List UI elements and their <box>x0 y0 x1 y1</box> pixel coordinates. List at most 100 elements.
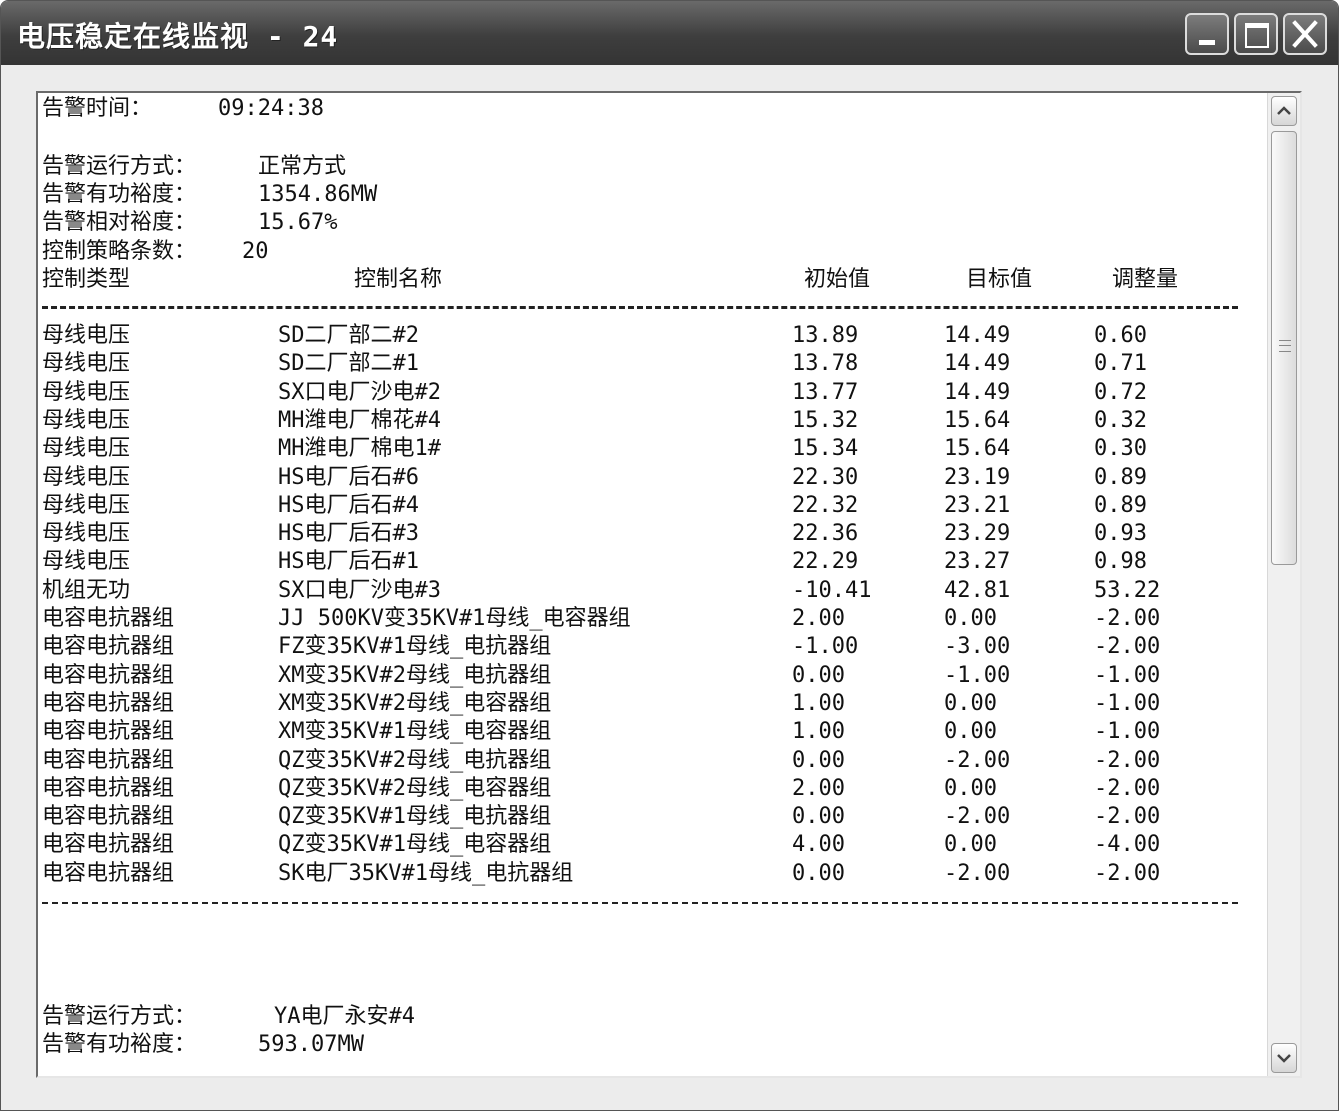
col-header-type: 控制类型 <box>42 267 131 292</box>
cell-adjust: -1.00 <box>1094 719 1161 745</box>
table-row: 母线电压 SD二厂部二#2 13.89 14.49 0.60 <box>42 322 1238 350</box>
table-row: 电容电抗器组 FZ变35KV#1母线_电抗器组 -1.00 -3.00 -2.00 <box>42 633 1238 661</box>
minimize-button[interactable] <box>1185 13 1229 55</box>
scroll-thumb[interactable] <box>1271 131 1297 565</box>
cell-type: 电容电抗器组 <box>42 832 175 858</box>
alarm-active-margin-label: 告警有功裕度： <box>42 182 197 207</box>
scroll-up-button[interactable] <box>1271 96 1297 126</box>
arrow-up-icon <box>1277 106 1291 115</box>
cell-target: -2.00 <box>944 860 1011 886</box>
cell-target: 0.00 <box>944 832 997 858</box>
cell-target: -2.00 <box>944 747 1011 773</box>
cell-name: XM变35KV#2母线_电容器组 <box>278 690 552 716</box>
cell-adjust: 0.89 <box>1094 464 1147 490</box>
table-row: 母线电压 SD二厂部二#1 13.78 14.49 0.71 <box>42 350 1238 378</box>
cell-type: 电容电抗器组 <box>42 747 175 773</box>
alarm2-active-margin-label: 告警有功裕度： <box>42 1032 197 1057</box>
table-row: 电容电抗器组 SK电厂35KV#1母线_电抗器组 0.00 -2.00 -2.00 <box>42 860 1238 888</box>
table-row: 电容电抗器组 XM变35KV#1母线_电容器组 1.00 0.00 -1.00 <box>42 718 1238 746</box>
cell-name: HS电厂后石#3 <box>278 521 419 547</box>
alarm-mode-label: 告警运行方式： <box>42 154 197 179</box>
cell-adjust: -2.00 <box>1094 747 1161 773</box>
cell-target: 14.49 <box>944 323 1011 348</box>
cell-initial: 1.00 <box>792 719 845 745</box>
alarm-active-margin-value: 1354.86MW <box>258 182 378 207</box>
cell-adjust: -2.00 <box>1094 804 1161 830</box>
cell-initial: -10.41 <box>792 577 872 603</box>
alarm-time-value: 09:24:38 <box>218 96 324 121</box>
cell-type: 母线电压 <box>42 323 131 348</box>
cell-adjust: 0.32 <box>1094 407 1147 433</box>
table-row: 机组无功 SX口电厂沙电#3 -10.41 42.81 53.22 <box>42 577 1238 605</box>
cell-name: SD二厂部二#2 <box>278 323 419 348</box>
table-row: 母线电压 HS电厂后石#3 22.36 23.29 0.93 <box>42 520 1238 548</box>
cell-name: SX口电厂沙电#3 <box>278 577 441 603</box>
title-bar[interactable]: 电压稳定在线监视 - 24 <box>1 1 1338 65</box>
alarm-time-label: 告警时间： <box>42 96 153 121</box>
cell-type: 电容电抗器组 <box>42 860 175 886</box>
cell-name: HS电厂后石#1 <box>278 549 419 575</box>
cell-adjust: 53.22 <box>1094 577 1161 603</box>
table-row: 母线电压 MH潍电厂棉电1# 15.34 15.64 0.30 <box>42 435 1238 463</box>
table-row: 电容电抗器组 XM变35KV#2母线_电容器组 1.00 0.00 -1.00 <box>42 690 1238 718</box>
cell-type: 母线电压 <box>42 464 131 490</box>
cell-target: 0.00 <box>944 690 997 716</box>
cell-name: FZ变35KV#1母线_电抗器组 <box>278 634 552 660</box>
cell-name: SK电厂35KV#1母线_电抗器组 <box>278 860 574 886</box>
cell-name: SX口电厂沙电#2 <box>278 379 441 405</box>
cell-type: 母线电压 <box>42 436 131 462</box>
alarm2-mode-label: 告警运行方式： <box>42 1004 197 1029</box>
table-row: 电容电抗器组 QZ变35KV#2母线_电抗器组 0.00 -2.00 -2.00 <box>42 747 1238 775</box>
col-header-initial: 初始值 <box>804 267 871 292</box>
table-row: 电容电抗器组 QZ变35KV#1母线_电抗器组 0.00 -2.00 -2.00 <box>42 803 1238 831</box>
grip-icon <box>1279 340 1291 352</box>
cell-initial: 13.78 <box>792 351 859 377</box>
cell-name: MH潍电厂棉花#4 <box>278 407 441 433</box>
cell-adjust: 0.72 <box>1094 379 1147 405</box>
cell-target: 23.27 <box>944 549 1011 575</box>
window-title: 电压稳定在线监视 - 24 <box>17 20 339 53</box>
cell-adjust: -4.00 <box>1094 832 1161 858</box>
cell-adjust: 0.98 <box>1094 549 1147 575</box>
cell-initial: 15.34 <box>792 436 859 462</box>
maximize-button[interactable] <box>1234 13 1278 55</box>
cell-type: 母线电压 <box>42 521 131 547</box>
alarm-relative-margin-label: 告警相对裕度： <box>42 210 197 235</box>
alarm2-active-margin-value: 593.07MW <box>258 1032 364 1057</box>
cell-name: QZ变35KV#2母线_电抗器组 <box>278 747 552 773</box>
close-button[interactable] <box>1283 13 1327 55</box>
vertical-scrollbar[interactable] <box>1267 93 1300 1076</box>
report-text[interactable]: 告警时间： 09:24:38 告警运行方式： 正常方式 告警有功裕度： 1354… <box>42 93 1267 1076</box>
cell-adjust: -2.00 <box>1094 634 1161 660</box>
cell-type: 电容电抗器组 <box>42 662 175 688</box>
table-row: 母线电压 MH潍电厂棉花#4 15.32 15.64 0.32 <box>42 407 1238 435</box>
cell-initial: 0.00 <box>792 747 845 773</box>
scroll-down-button[interactable] <box>1271 1043 1297 1073</box>
table-top-separator <box>42 306 1238 309</box>
cell-adjust: 0.60 <box>1094 323 1147 348</box>
cell-initial: 22.36 <box>792 521 859 547</box>
cell-initial: -1.00 <box>792 634 859 660</box>
cell-name: MH潍电厂棉电1# <box>278 436 441 462</box>
cell-adjust: -2.00 <box>1094 860 1161 886</box>
strategy-count-value: 20 <box>242 239 269 264</box>
cell-initial: 22.32 <box>792 492 859 518</box>
cell-type: 母线电压 <box>42 407 131 433</box>
cell-name: SD二厂部二#1 <box>278 351 419 377</box>
cell-name: HS电厂后石#6 <box>278 464 419 490</box>
report-panel: 告警时间： 09:24:38 告警运行方式： 正常方式 告警有功裕度： 1354… <box>36 91 1302 1078</box>
cell-target: -1.00 <box>944 662 1011 688</box>
cell-name: HS电厂后石#4 <box>278 492 419 518</box>
cell-type: 电容电抗器组 <box>42 606 175 631</box>
cell-name: QZ变35KV#1母线_电抗器组 <box>278 804 552 830</box>
app-window: 电压稳定在线监视 - 24 告警时间： 09:24:38 告警运行方式： 正常方… <box>0 0 1339 1111</box>
cell-name: XM变35KV#1母线_电容器组 <box>278 719 552 745</box>
alarm2-mode-value: YA电厂永安#4 <box>274 1004 415 1029</box>
cell-target: 15.64 <box>944 436 1011 462</box>
cell-target: 42.81 <box>944 577 1011 603</box>
table-row: 母线电压 HS电厂后石#4 22.32 23.21 0.89 <box>42 492 1238 520</box>
cell-type: 母线电压 <box>42 549 131 575</box>
cell-name: QZ变35KV#2母线_电容器组 <box>278 775 552 801</box>
cell-initial: 0.00 <box>792 804 845 830</box>
cell-type: 电容电抗器组 <box>42 719 175 745</box>
